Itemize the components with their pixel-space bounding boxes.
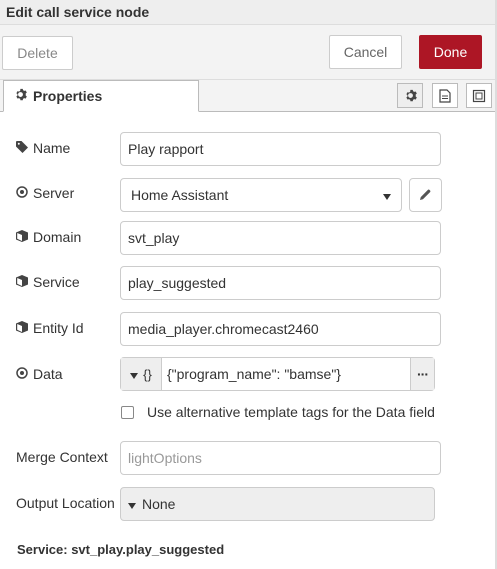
target-icon <box>16 366 28 382</box>
service-input[interactable]: play_suggested <box>120 266 441 300</box>
service-summary: Service: svt_play.play_suggested <box>17 542 225 557</box>
gear-icon[interactable] <box>397 83 423 108</box>
delete-button[interactable]: Delete <box>2 36 73 70</box>
server-label: Server <box>33 185 75 201</box>
target-icon <box>16 185 28 201</box>
cube-icon <box>16 229 28 245</box>
tab-properties-label: Properties <box>33 88 103 104</box>
cube-icon <box>16 274 28 290</box>
description-icon[interactable] <box>432 83 458 108</box>
merge-context-input[interactable]: lightOptions <box>120 441 441 475</box>
domain-label: Domain <box>33 229 82 245</box>
server-label-row: Server <box>16 185 74 201</box>
service-label-row: Service <box>16 274 80 290</box>
dialog-toolbar: Delete Cancel Done <box>0 25 497 80</box>
alt-tags-label: Use alternative template tags for the Da… <box>147 404 435 420</box>
cancel-button[interactable]: Cancel <box>329 35 402 69</box>
tab-properties[interactable]: Properties <box>3 80 199 112</box>
cube-icon <box>16 320 28 336</box>
server-value: Home Assistant <box>131 187 229 203</box>
alt-tags-checkbox[interactable] <box>121 405 134 419</box>
caret-down-icon <box>128 496 136 512</box>
tab-bar: Properties <box>0 80 497 112</box>
data-typed-input: {} {"program_name": "bamse"} ··· <box>120 357 435 391</box>
appearance-icon[interactable] <box>466 83 492 108</box>
caret-down-icon <box>130 367 139 382</box>
output-location-value: None <box>142 496 176 512</box>
entity-id-label-row: Entity Id <box>16 320 84 336</box>
entity-id-label: Entity Id <box>33 320 84 336</box>
alt-tags-row: Use alternative template tags for the Da… <box>121 404 435 420</box>
gear-icon <box>14 88 27 111</box>
edit-server-button[interactable] <box>409 178 442 212</box>
done-button[interactable]: Done <box>419 35 482 69</box>
merge-context-label: Merge Context <box>16 449 108 465</box>
expand-editor-button[interactable]: ··· <box>410 358 434 390</box>
data-label-row: Data <box>16 366 63 382</box>
service-label: Service <box>33 274 80 290</box>
domain-label-row: Domain <box>16 229 81 245</box>
caret-down-icon <box>383 187 391 203</box>
name-label-row: Name <box>16 140 70 156</box>
data-label: Data <box>33 366 63 382</box>
entity-id-input[interactable]: media_player.chromecast2460 <box>120 312 441 346</box>
output-location-select[interactable]: None <box>120 487 435 521</box>
name-label: Name <box>33 140 71 156</box>
json-type-icon: {} <box>143 366 152 382</box>
server-select[interactable]: Home Assistant <box>120 178 402 212</box>
data-type-select[interactable]: {} <box>121 358 162 390</box>
domain-input[interactable]: svt_play <box>120 221 441 255</box>
tag-icon <box>16 140 28 156</box>
data-input[interactable]: {"program_name": "bamse"} <box>162 366 410 382</box>
pencil-icon <box>420 187 431 203</box>
dialog-title: Edit call service node <box>0 0 497 25</box>
merge-context-placeholder: lightOptions <box>128 450 202 466</box>
output-location-label: Output Location <box>16 495 115 511</box>
name-input[interactable]: Play rapport <box>120 132 441 166</box>
